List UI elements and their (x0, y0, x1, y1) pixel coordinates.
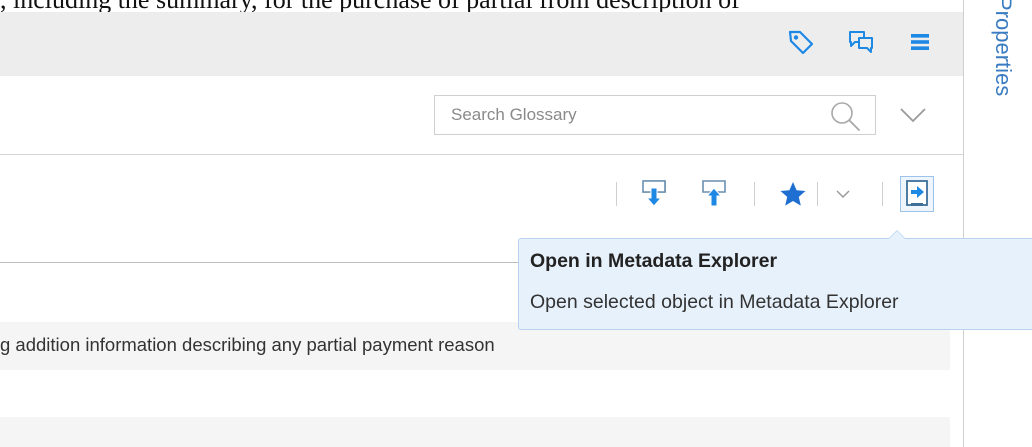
toolbar (0, 155, 963, 235)
tooltip: Open in Metadata Explorer Open selected … (518, 238, 1032, 330)
table-row[interactable] (0, 417, 950, 447)
toolbar-separator (882, 182, 883, 206)
search-row (0, 76, 963, 155)
search-box (434, 95, 876, 135)
toolbar-separator (616, 182, 617, 206)
favorite-dropdown-chevron-icon[interactable] (832, 184, 854, 204)
toolbar-separator (754, 182, 755, 206)
upload-icon[interactable] (700, 178, 728, 208)
search-icon[interactable] (828, 99, 862, 133)
section-divider (0, 262, 520, 263)
download-icon[interactable] (640, 178, 668, 208)
header-bar (0, 12, 963, 76)
tooltip-arrow-inner (889, 231, 905, 239)
tag-icon[interactable] (787, 28, 815, 56)
favorite-star-icon[interactable] (779, 180, 807, 208)
open-in-metadata-explorer-icon[interactable] (900, 176, 934, 212)
comments-icon[interactable] (847, 28, 875, 56)
tooltip-description: Open selected object in Metadata Explore… (530, 291, 899, 313)
properties-tab[interactable]: Properties (990, 0, 1020, 116)
chevron-down-icon[interactable] (893, 100, 933, 130)
toolbar-separator (817, 182, 818, 206)
menu-icon[interactable] (906, 28, 934, 56)
search-input[interactable] (435, 96, 815, 134)
properties-label: Properties (991, 0, 1016, 97)
tooltip-title: Open in Metadata Explorer (530, 250, 778, 272)
row-description: g addition information describing any pa… (0, 334, 495, 355)
